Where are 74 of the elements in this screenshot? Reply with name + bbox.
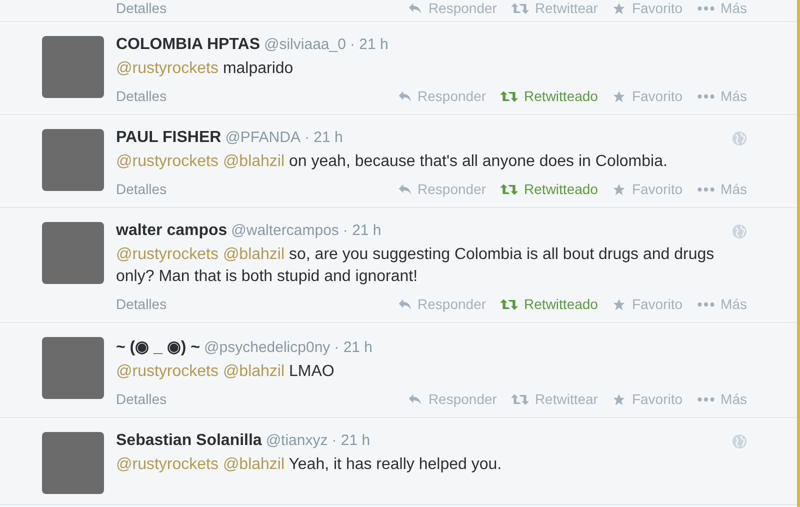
mention-link[interactable]: @blahzil <box>222 153 285 170</box>
avatar-photo-placeholder[interactable] <box>42 337 104 399</box>
user-handle[interactable]: @psychedelicp0ny <box>204 339 330 356</box>
star-icon <box>612 298 626 310</box>
tweet-text: @rustyrockets malparido <box>116 59 294 79</box>
retweet-button[interactable]: Retwitteado <box>500 296 598 312</box>
user-name[interactable]: PAUL FISHER <box>116 129 222 147</box>
mention-link[interactable]: @rustyrockets <box>116 60 218 77</box>
favorite-button[interactable]: Favorito <box>612 296 683 312</box>
star-icon <box>612 2 626 14</box>
tweet-time[interactable]: · 21 h <box>334 339 373 356</box>
retweet-icon <box>510 2 529 14</box>
retweet-icon <box>500 182 518 196</box>
user-name[interactable]: Sebastian Solanilla <box>116 432 262 450</box>
reply-button[interactable]: Responder <box>408 391 497 407</box>
mention-link[interactable]: @rustyrockets <box>116 456 218 473</box>
star-icon <box>612 182 626 196</box>
more-button[interactable]: Más <box>696 181 747 197</box>
more-button[interactable]: Más <box>696 296 747 312</box>
user-handle[interactable]: @waltercampos <box>231 222 339 239</box>
retweet-button[interactable]: Retwitteado <box>500 181 598 197</box>
reply-button[interactable]: Responder <box>398 88 486 104</box>
mention-link[interactable]: @blahzil <box>222 246 285 263</box>
user-handle[interactable]: @tianxyz <box>266 432 328 449</box>
details-link[interactable]: Detalles <box>116 181 167 197</box>
tweet-text: @rustyrockets @blahzil Yeah, it has really helped you. <box>116 455 503 475</box>
favorite-button[interactable]: Favorito <box>612 391 683 407</box>
details-link[interactable]: Detalles <box>116 391 167 407</box>
star-icon <box>612 392 626 406</box>
retweet-icon <box>500 90 518 102</box>
user-name[interactable]: COLOMBIA HPTAS <box>116 36 260 54</box>
star-icon <box>612 90 626 102</box>
details-link[interactable]: Detalles <box>116 0 167 16</box>
details-link[interactable]: Detalles <box>116 296 167 312</box>
user-handle[interactable]: @PFANDA <box>225 129 300 146</box>
user-name[interactable]: walter campos <box>116 222 228 240</box>
reply-icon <box>398 182 412 196</box>
reply-icon <box>398 298 412 310</box>
tweet-text: @rustyrockets @blahzil on yeah, because that's all anyone does in Colombia. <box>116 152 668 172</box>
avatar-photo-placeholder[interactable] <box>42 222 104 284</box>
reply-button[interactable]: Responder <box>398 181 486 197</box>
reply-button[interactable]: Responder <box>408 0 497 16</box>
reply-icon <box>408 392 422 406</box>
favorite-button[interactable]: Favorito <box>612 88 683 104</box>
retweet-button[interactable]: Retwitteado <box>500 88 598 104</box>
details-link[interactable]: Detalles <box>116 88 167 104</box>
mention-link[interactable]: @blahzil <box>222 363 285 380</box>
mention-link[interactable]: @rustyrockets <box>116 246 218 263</box>
reply-icon <box>398 90 412 102</box>
tweet-time[interactable]: · 21 h <box>332 432 370 449</box>
favorite-button[interactable]: Favorito <box>612 0 683 16</box>
mention-link[interactable]: @blahzil <box>222 456 285 473</box>
reply-icon <box>408 2 422 14</box>
retweet-button[interactable]: Retwittear <box>510 391 598 407</box>
retweet-icon <box>510 392 529 406</box>
favorite-button[interactable]: Favorito <box>612 181 683 197</box>
tweet-text: @rustyrockets @blahzil LMAO <box>116 362 336 382</box>
tweet-text: @rustyrockets @blahzil so, are you suggesting Colombia is all bout drugs and drugs only? Man that is both stupid and ignorant! <box>116 245 716 287</box>
mention-link[interactable]: @rustyrockets <box>116 153 218 170</box>
user-name[interactable]: ~ (◉ _ ◉) ~ <box>116 337 200 357</box>
user-handle[interactable]: @silviaaa_0 <box>264 36 346 53</box>
tweet-time[interactable]: · 21 h <box>342 222 382 239</box>
retweet-icon <box>500 298 518 310</box>
avatar-photo-placeholder[interactable] <box>42 129 104 191</box>
avatar-photo-placeholder[interactable] <box>42 432 104 494</box>
more-button[interactable]: Más <box>696 391 747 407</box>
avatar-photo-placeholder[interactable] <box>42 36 104 98</box>
more-button[interactable]: Más <box>696 88 747 104</box>
mention-link[interactable]: @rustyrockets <box>116 363 218 380</box>
reply-button[interactable]: Responder <box>398 296 486 312</box>
more-button[interactable]: Más <box>696 0 747 16</box>
tweet-time[interactable]: · 21 h <box>350 36 388 53</box>
tweet-time[interactable]: · 21 h <box>304 129 343 146</box>
retweet-button[interactable]: Retwittear <box>510 0 598 16</box>
